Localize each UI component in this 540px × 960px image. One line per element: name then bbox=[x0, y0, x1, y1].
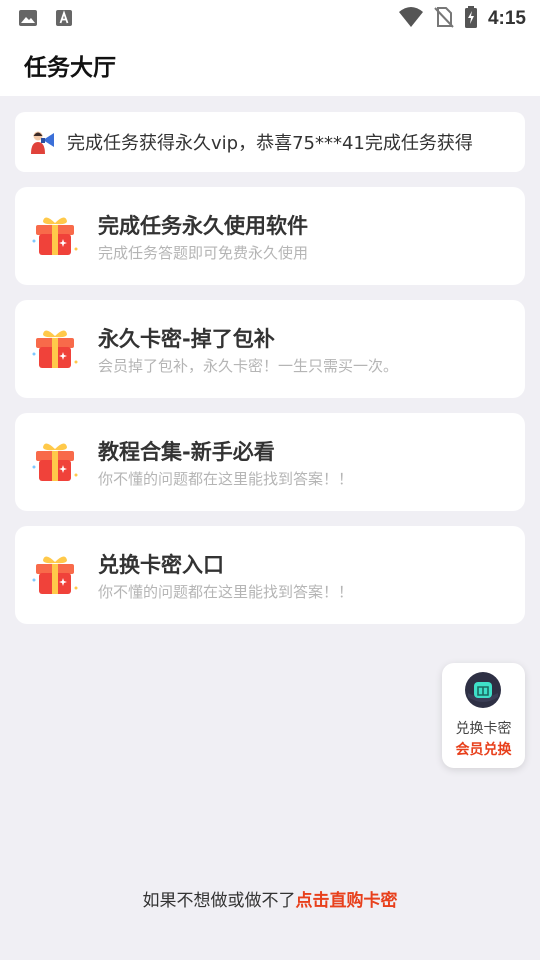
card-subtitle: 会员掉了包补，永久卡密！一生只需买一次。 bbox=[98, 357, 399, 375]
no-sim-icon bbox=[434, 6, 454, 32]
app-bar: 任务大厅 bbox=[0, 36, 540, 96]
gift-box-icon bbox=[31, 324, 79, 372]
card-title: 完成任务永久使用软件 bbox=[98, 214, 308, 238]
gift-box-icon bbox=[31, 550, 79, 598]
gift-box-icon bbox=[31, 437, 79, 485]
announcement-ticker[interactable]: 完成任务获得永久vip，恭喜75***41完成任务获得 bbox=[15, 112, 525, 172]
megaphone-person-icon bbox=[29, 128, 57, 156]
buy-key-link[interactable]: 点击直购卡密 bbox=[296, 891, 398, 911]
battery-charging-icon bbox=[464, 6, 478, 32]
wifi-icon bbox=[398, 6, 424, 32]
task-card-redeem-key[interactable]: 兑换卡密入口 你不懂的问题都在这里能找到答案！！ bbox=[15, 526, 525, 624]
card-title: 永久卡密-掉了包补 bbox=[98, 327, 275, 351]
clock-time: 4:15 bbox=[487, 8, 526, 29]
task-card-tutorials[interactable]: 教程合集-新手必看 你不懂的问题都在这里能找到答案！！ bbox=[15, 413, 525, 511]
card-title: 教程合集-新手必看 bbox=[98, 440, 275, 464]
task-card-permanent-key[interactable]: 永久卡密-掉了包补 会员掉了包补，永久卡密！一生只需买一次。 bbox=[15, 300, 525, 398]
status-bar: 4:15 bbox=[0, 0, 540, 36]
redeem-float-button[interactable]: 兑换卡密 会员兑换 bbox=[442, 663, 525, 768]
gift-box-icon bbox=[31, 211, 79, 259]
task-card-permanent-use[interactable]: 完成任务永久使用软件 完成任务答题即可免费永久使用 bbox=[15, 187, 525, 285]
a-notification-icon bbox=[54, 8, 74, 32]
announcement-text: 完成任务获得永久vip，恭喜75***41完成任务获得 bbox=[67, 133, 473, 154]
image-icon bbox=[18, 8, 38, 32]
page-title: 任务大厅 bbox=[24, 55, 116, 81]
book-badge-icon bbox=[464, 671, 502, 709]
member-redeem-label: 会员兑换 bbox=[455, 742, 512, 758]
footer-text: 如果不想做或做不了 bbox=[142, 891, 296, 911]
redeem-label: 兑换卡密 bbox=[455, 721, 512, 737]
card-subtitle: 你不懂的问题都在这里能找到答案！！ bbox=[98, 470, 354, 488]
card-title: 兑换卡密入口 bbox=[98, 553, 224, 577]
card-subtitle: 完成任务答题即可免费永久使用 bbox=[98, 244, 309, 262]
footer-prompt: 如果不想做或做不了点击直购卡密 bbox=[0, 886, 540, 911]
card-subtitle: 你不懂的问题都在这里能找到答案！！ bbox=[98, 583, 354, 601]
